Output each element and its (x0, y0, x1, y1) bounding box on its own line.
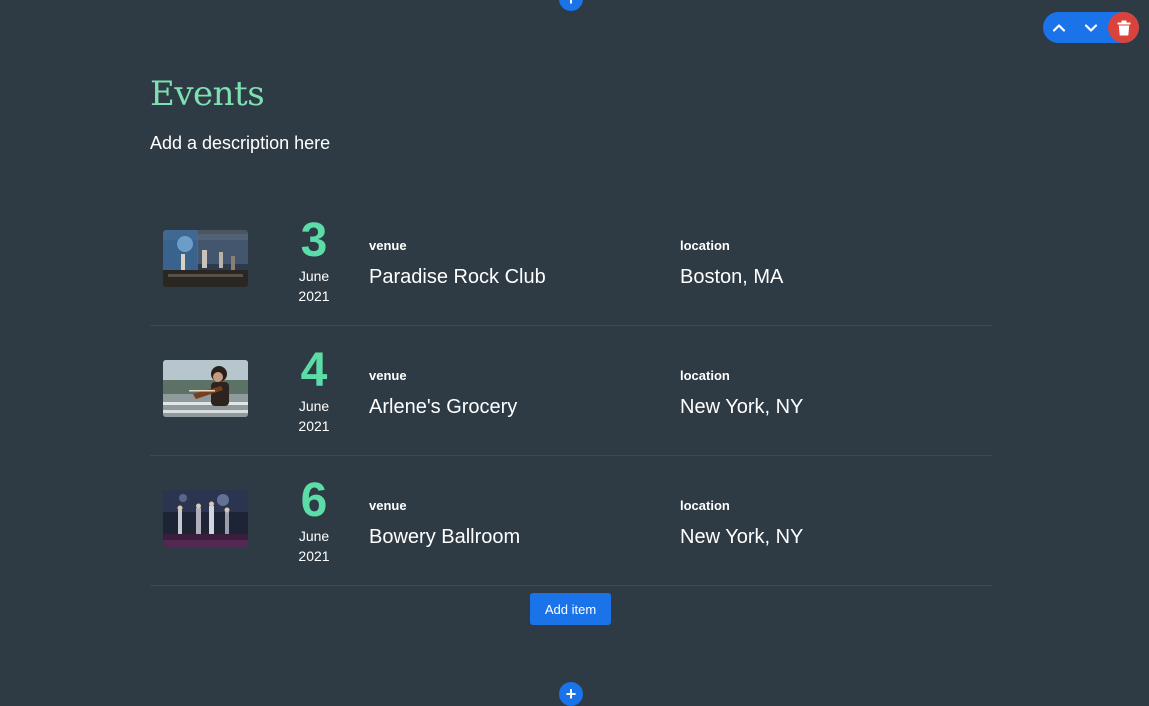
venue-name[interactable]: Paradise Rock Club (369, 266, 546, 289)
event-date: 6 June 2021 (276, 476, 352, 566)
event-row[interactable]: 4 June 2021 venue Arlene's Grocery locat… (150, 326, 992, 456)
event-year[interactable]: 2021 (276, 286, 352, 306)
venue-label: venue (369, 498, 407, 513)
move-down-button[interactable] (1075, 12, 1107, 43)
venue-label: venue (369, 368, 407, 383)
event-image[interactable] (163, 490, 248, 547)
event-date: 4 June 2021 (276, 346, 352, 436)
location-name[interactable]: Boston, MA (680, 266, 783, 289)
page-title[interactable]: Events (150, 74, 265, 114)
add-section-top-button[interactable]: + (559, 0, 583, 11)
event-day[interactable]: 4 (276, 346, 352, 396)
event-year[interactable]: 2021 (276, 416, 352, 436)
event-month[interactable]: June (276, 266, 352, 286)
event-row[interactable]: 3 June 2021 venue Paradise Rock Club loc… (150, 196, 992, 326)
venue-label: venue (369, 238, 407, 253)
add-item-button[interactable]: Add item (530, 593, 611, 625)
plus-icon: + (566, 0, 577, 8)
event-month[interactable]: June (276, 526, 352, 546)
chevron-down-icon (1084, 23, 1098, 32)
event-image[interactable] (163, 360, 248, 417)
page-description[interactable]: Add a description here (150, 133, 330, 154)
trash-icon (1117, 20, 1130, 35)
add-section-bottom-button[interactable]: + (559, 682, 583, 706)
event-month[interactable]: June (276, 396, 352, 416)
event-year[interactable]: 2021 (276, 546, 352, 566)
event-day[interactable]: 6 (276, 476, 352, 526)
location-label: location (680, 368, 730, 383)
event-row[interactable]: 6 June 2021 venue Bowery Ballroom locati… (150, 456, 992, 586)
venue-name[interactable]: Bowery Ballroom (369, 526, 520, 549)
location-label: location (680, 498, 730, 513)
venue-name[interactable]: Arlene's Grocery (369, 396, 517, 419)
event-day[interactable]: 3 (276, 216, 352, 266)
location-name[interactable]: New York, NY (680, 526, 803, 549)
event-image[interactable] (163, 230, 248, 287)
location-label: location (680, 238, 730, 253)
location-name[interactable]: New York, NY (680, 396, 803, 419)
plus-icon: + (565, 684, 577, 704)
section-controls (1043, 12, 1139, 43)
chevron-up-icon (1052, 23, 1066, 32)
delete-section-button[interactable] (1108, 12, 1139, 43)
event-date: 3 June 2021 (276, 216, 352, 306)
move-up-button[interactable] (1043, 12, 1075, 43)
